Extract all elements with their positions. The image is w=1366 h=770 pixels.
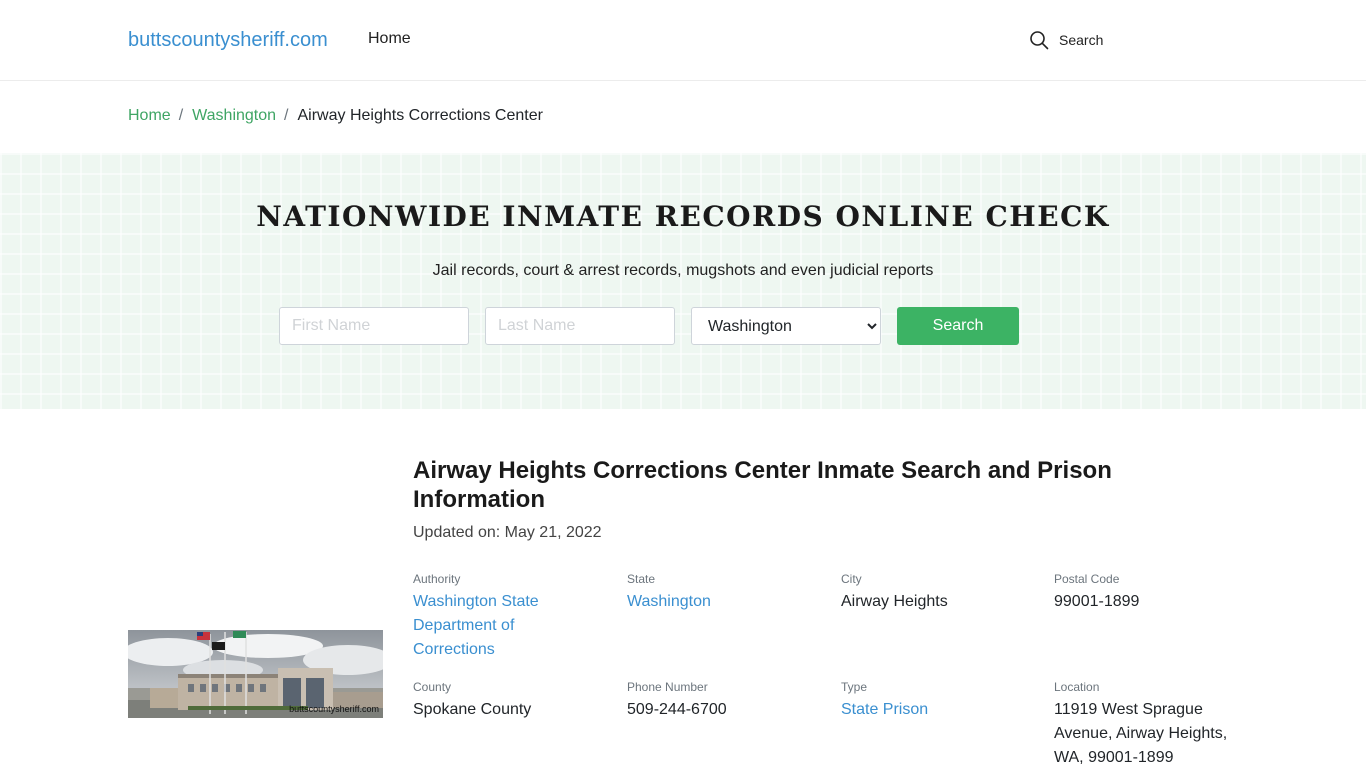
facility-title: Airway Heights Corrections Center Inmate… <box>413 457 1112 513</box>
phone-number-value: 509-244-6700 <box>627 701 727 718</box>
header-search-button[interactable]: Search <box>1029 30 1103 50</box>
hero-subtitle: Jail records, court & arrest records, mu… <box>432 262 934 279</box>
field-type: Type State Prison <box>841 680 1031 722</box>
photo-watermark: buttscountysheriff.com <box>289 704 379 714</box>
breadcrumb-current: Airway Heights Corrections Center <box>297 107 543 124</box>
field-county: County Spokane County <box>413 680 603 722</box>
breadcrumb-separator: / <box>284 107 289 124</box>
breadcrumb: Home / Washington / Airway Heights Corre… <box>128 107 543 125</box>
postal-code-value: 99001-1899 <box>1054 593 1140 610</box>
search-button[interactable]: Search <box>897 307 1019 345</box>
field-city: City Airway Heights <box>841 572 1031 614</box>
type-link[interactable]: State Prison <box>841 698 1031 722</box>
nav-home-link[interactable]: Home <box>368 30 411 48</box>
location-value: 11919 West Sprague Avenue, Airway Height… <box>1054 701 1228 766</box>
breadcrumb-separator: / <box>178 107 184 124</box>
field-label: State <box>627 572 656 586</box>
first-name-input[interactable] <box>279 307 469 345</box>
field-label: City <box>841 572 862 586</box>
field-postal-code: Postal Code 99001-1899 <box>1054 572 1244 614</box>
field-label: Phone Number <box>627 680 708 694</box>
city-value: Airway Heights <box>841 593 948 610</box>
field-state: State Washington <box>627 572 817 614</box>
breadcrumb-state-link[interactable]: Washington <box>192 107 276 125</box>
field-phone-number: Phone Number 509-244-6700 <box>627 680 817 722</box>
search-icon <box>1030 31 1049 50</box>
hero-title: NATIONWIDE INMATE RECORDS ONLINE CHECK <box>256 200 1110 233</box>
facility-photo: buttscountysheriff.com <box>128 630 383 718</box>
field-label: Authority <box>413 572 461 586</box>
field-authority: Authority Washington State Department of… <box>413 572 603 662</box>
state-link[interactable]: Washington <box>627 590 817 614</box>
field-label: Type <box>841 680 868 694</box>
field-label: County <box>413 680 452 694</box>
header-search-label: Search <box>1059 32 1104 48</box>
updated-date: Updated on: May 21, 2022 <box>413 524 602 541</box>
authority-link[interactable]: Washington State Department of Correctio… <box>413 590 583 662</box>
last-name-input[interactable] <box>485 307 675 345</box>
field-label: Postal Code <box>1054 572 1120 586</box>
field-location: Location 11919 West Sprague Avenue, Airw… <box>1054 680 1234 770</box>
top-navbar: buttscountysheriff.com Home Search <box>0 0 1366 81</box>
county-value: Spokane County <box>413 701 532 718</box>
hero-search-section: NATIONWIDE INMATE RECORDS ONLINE CHECK J… <box>0 153 1366 409</box>
breadcrumb-home-link[interactable]: Home <box>128 107 171 125</box>
site-brand-link[interactable]: buttscountysheriff.com <box>128 29 328 52</box>
state-select[interactable]: Washington <box>691 307 881 345</box>
field-label: Location <box>1054 680 1100 694</box>
